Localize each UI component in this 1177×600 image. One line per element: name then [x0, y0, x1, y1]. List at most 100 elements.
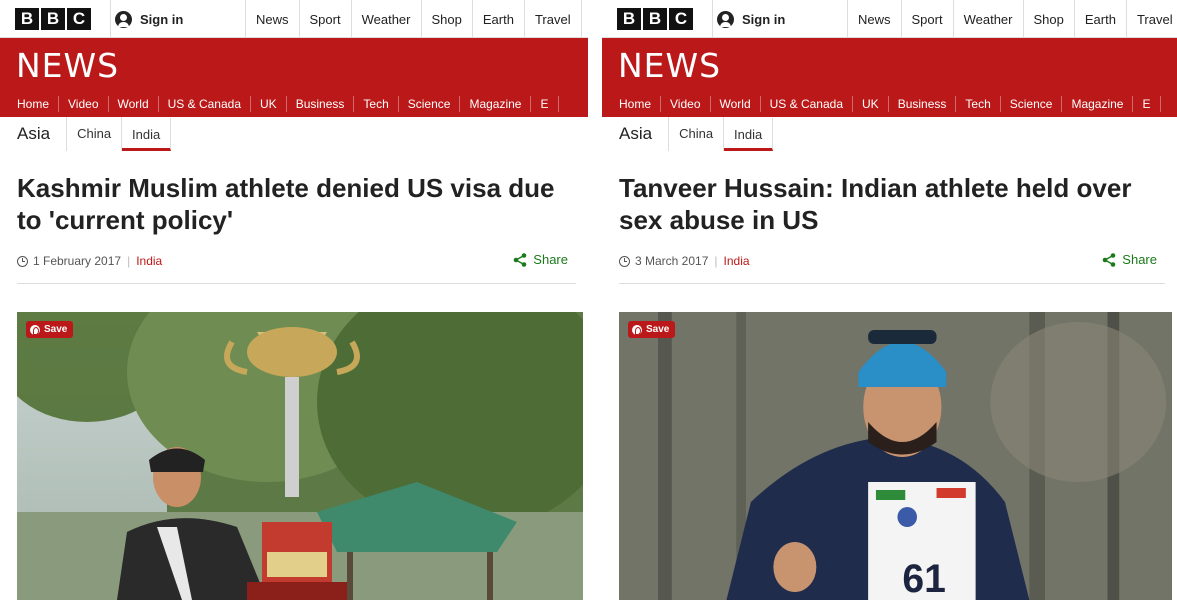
section-nav-video[interactable]: Video	[59, 96, 109, 112]
screenshot-composite: B B C Sign in News Sport Weather Shop Ea…	[0, 0, 1177, 600]
top-nav-shop[interactable]: Shop	[1022, 0, 1074, 38]
clock-icon	[619, 255, 630, 267]
share-icon	[1102, 252, 1116, 267]
news-logo[interactable]: NEWS	[16, 46, 119, 85]
section-nav-more[interactable]: E	[1133, 96, 1161, 112]
sign-in-link[interactable]: Sign in	[110, 0, 245, 38]
article-panel-right: B B C Sign in News Sport Weather Shop Ea…	[602, 0, 1177, 600]
share-label: Share	[1122, 252, 1157, 267]
top-nav-sport[interactable]: Sport	[900, 0, 953, 38]
news-banner: NEWS	[602, 38, 1177, 91]
article-panel-left: B B C Sign in News Sport Weather Shop Ea…	[0, 0, 588, 600]
article-date: 3 March 2017	[635, 254, 709, 268]
section-nav-magazine[interactable]: Magazine	[460, 96, 532, 112]
logo-letter: B	[15, 8, 39, 30]
section-nav-world[interactable]: World	[109, 96, 159, 112]
pinterest-icon	[30, 324, 40, 335]
share-icon	[513, 252, 527, 267]
section-nav-magazine[interactable]: Magazine	[1062, 96, 1134, 112]
top-bar: B B C Sign in News Sport Weather Shop Ea…	[602, 0, 1177, 38]
region-link-asia[interactable]: Asia	[0, 117, 68, 151]
section-nav-world[interactable]: World	[711, 96, 761, 112]
top-nav-sport[interactable]: Sport	[298, 0, 351, 38]
section-nav: Home Video World US & Canada UK Business…	[0, 91, 588, 117]
share-button[interactable]: Share	[1102, 252, 1157, 267]
top-nav-shop[interactable]: Shop	[420, 0, 472, 38]
top-nav-travel[interactable]: Travel	[523, 0, 581, 38]
section-nav-us-canada[interactable]: US & Canada	[761, 96, 854, 112]
sign-in-label: Sign in	[742, 11, 786, 27]
top-nav-news[interactable]: News	[245, 0, 299, 38]
top-nav-more[interactable]: M	[580, 0, 588, 38]
section-nav-uk[interactable]: UK	[853, 96, 889, 112]
logo-letter: C	[669, 8, 693, 30]
logo-letter: B	[41, 8, 65, 30]
meta-separator: |	[714, 254, 718, 268]
sub-nav-china[interactable]: China	[669, 117, 725, 151]
section-nav-science[interactable]: Science	[399, 96, 461, 112]
logo-letter: C	[67, 8, 91, 30]
user-icon	[717, 10, 734, 28]
article-headline: Kashmir Muslim athlete denied US visa du…	[17, 173, 555, 235]
article-tag[interactable]: India	[136, 254, 162, 268]
article-meta: 1 February 2017 | India Share	[17, 252, 568, 270]
sub-nav-india[interactable]: India	[724, 118, 774, 151]
section-nav-science[interactable]: Science	[1001, 96, 1063, 112]
bbc-logo[interactable]: B B C	[617, 8, 693, 30]
save-button[interactable]: Save	[26, 321, 74, 338]
news-banner: NEWS	[0, 38, 588, 91]
section-nav-video[interactable]: Video	[661, 96, 711, 112]
section-nav: Home Video World US & Canada UK Business…	[602, 91, 1177, 117]
section-nav-us-canada[interactable]: US & Canada	[159, 96, 252, 112]
top-nav-travel[interactable]: Travel	[1125, 0, 1177, 38]
save-label: Save	[646, 324, 670, 335]
region-link-asia[interactable]: Asia	[602, 117, 670, 151]
top-bar: B B C Sign in News Sport Weather Shop Ea…	[0, 0, 588, 38]
runner-photo: 61	[619, 312, 1172, 600]
section-nav-tech[interactable]: Tech	[956, 96, 1001, 112]
svg-text:61: 61	[902, 557, 945, 600]
divider-rule	[619, 283, 1165, 284]
article-photo: 61 Save	[619, 312, 1172, 600]
top-nav-earth[interactable]: Earth	[1073, 0, 1126, 38]
section-nav-business[interactable]: Business	[287, 96, 355, 112]
save-button[interactable]: Save	[628, 321, 676, 338]
pinterest-icon	[632, 324, 642, 335]
article-meta: 3 March 2017 | India Share	[619, 252, 1157, 270]
share-button[interactable]: Share	[513, 252, 568, 267]
article-photo: Save	[17, 312, 583, 600]
top-nav-weather[interactable]: Weather	[952, 0, 1023, 38]
article-headline: Tanveer Hussain: Indian athlete held ove…	[619, 173, 1132, 235]
clock-icon	[17, 255, 28, 267]
sign-in-link[interactable]: Sign in	[712, 0, 847, 38]
trophy-photo	[17, 312, 583, 600]
top-nav: News Sport Weather Shop Earth Travel M	[847, 0, 1177, 38]
save-label: Save	[44, 324, 68, 335]
sign-in-label: Sign in	[140, 11, 184, 27]
sub-nav-china[interactable]: China	[67, 117, 123, 151]
share-label: Share	[533, 252, 568, 267]
section-nav-home[interactable]: Home	[8, 96, 60, 112]
user-icon	[115, 10, 132, 28]
news-logo[interactable]: NEWS	[618, 46, 721, 85]
top-nav-news[interactable]: News	[847, 0, 901, 38]
section-nav-tech[interactable]: Tech	[354, 96, 399, 112]
logo-letter: B	[617, 8, 641, 30]
sub-nav: Asia China India	[602, 117, 1177, 151]
sub-nav: Asia China India	[0, 117, 588, 151]
top-nav: News Sport Weather Shop Earth Travel M	[245, 0, 588, 38]
top-nav-weather[interactable]: Weather	[350, 0, 421, 38]
section-nav-business[interactable]: Business	[889, 96, 957, 112]
top-nav-earth[interactable]: Earth	[471, 0, 524, 38]
section-nav-uk[interactable]: UK	[251, 96, 287, 112]
bbc-logo[interactable]: B B C	[15, 8, 91, 30]
sub-nav-india[interactable]: India	[122, 118, 172, 151]
panel-divider	[588, 0, 602, 600]
meta-separator: |	[127, 254, 131, 268]
section-nav-more[interactable]: E	[531, 96, 559, 112]
article-tag[interactable]: India	[724, 254, 750, 268]
divider-rule	[17, 283, 576, 284]
article-date: 1 February 2017	[33, 254, 122, 268]
section-nav-home[interactable]: Home	[610, 96, 662, 112]
logo-letter: B	[643, 8, 667, 30]
